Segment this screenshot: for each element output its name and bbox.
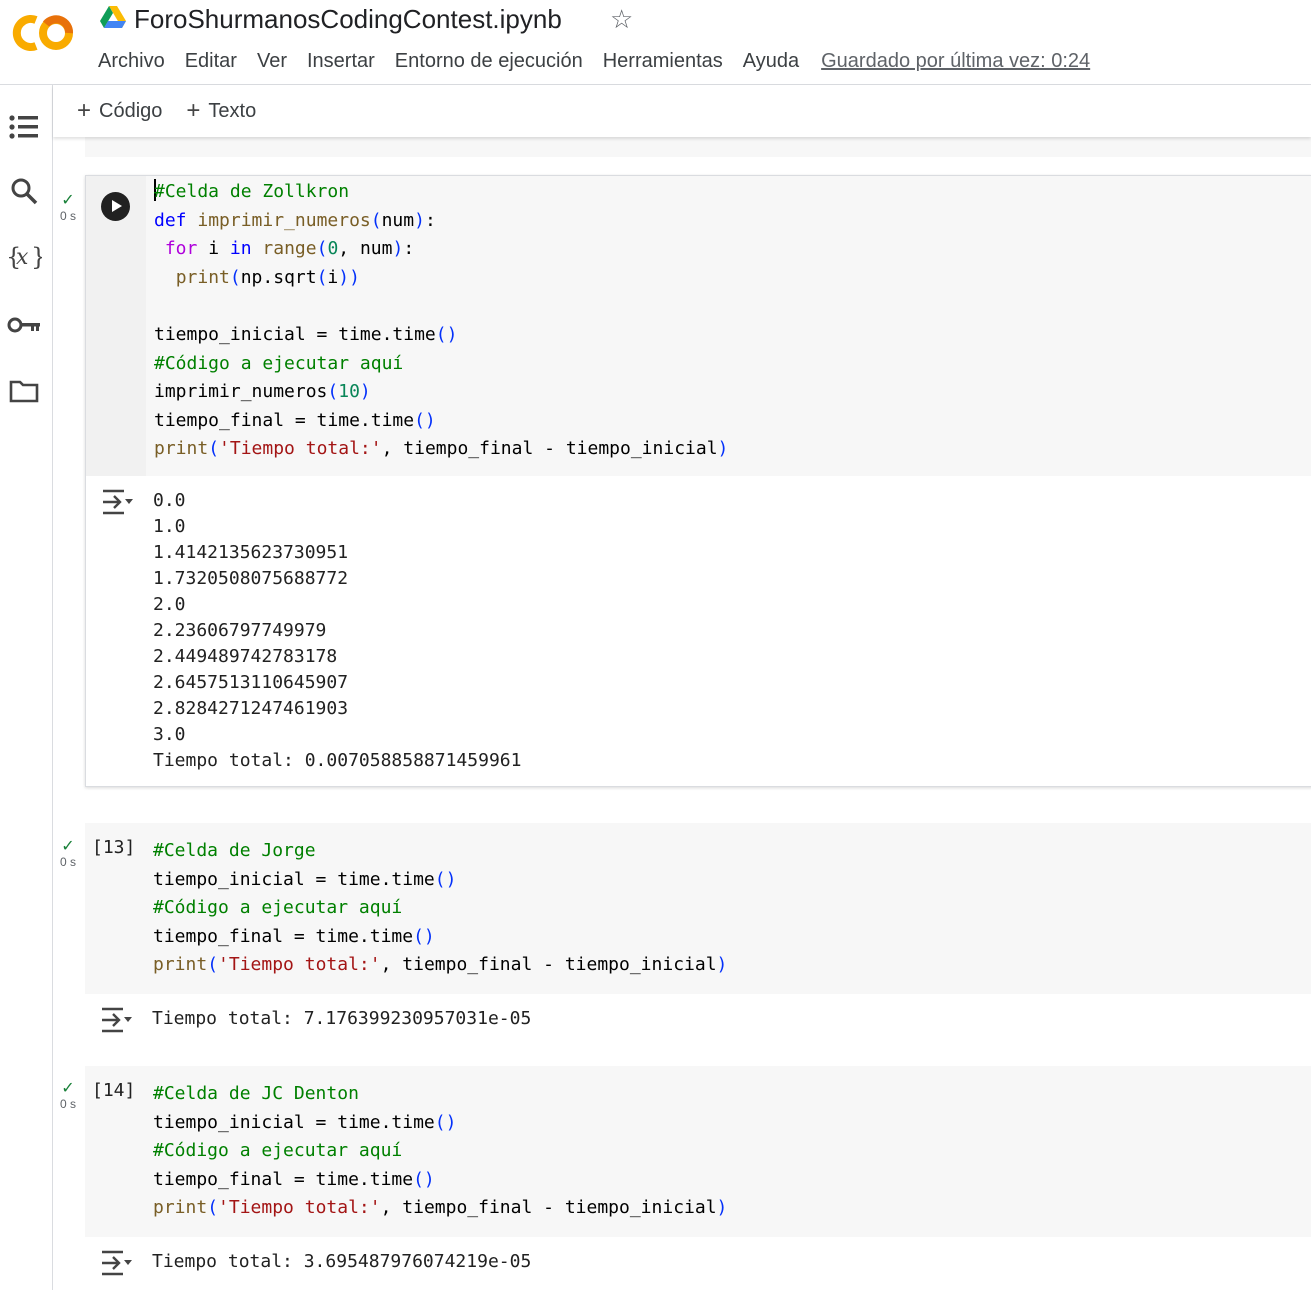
code-line: #Código a ejecutar aquí — [153, 1140, 403, 1162]
colab-logo[interactable] — [12, 10, 78, 56]
output-line: 3.0 — [153, 723, 186, 745]
check-icon: ✓ — [61, 838, 75, 855]
output-line: 1.7320508075688772 — [153, 567, 349, 589]
header-bar: ForoShurmanosCodingContest.ipynb ☆ Archi… — [0, 0, 1311, 85]
cell-output: Tiempo total: 7.176399230957031e-05 — [85, 993, 1311, 1046]
code-line: tiempo_inicial = time.time() — [153, 868, 457, 890]
output-actions-icon[interactable] — [99, 1249, 133, 1277]
output-line: 2.6457513110645907 — [153, 671, 349, 693]
code-cell-zollkron[interactable]: #Celda de Zollkron def imprimir_numeros(n… — [85, 175, 1311, 787]
menu-archivo[interactable]: Archivo — [98, 50, 165, 73]
code-line: tiempo_inicial = time.time() — [154, 323, 458, 345]
code-lines[interactable]: #Celda de Jorge tiempo_inicial = time.tim… — [85, 823, 1311, 994]
previous-cell-partial — [85, 137, 1311, 157]
code-line: #Celda de Jorge — [153, 840, 316, 861]
code-line: def imprimir_numeros(num): — [154, 209, 436, 231]
execution-time: 0 s — [59, 855, 76, 869]
code-line: print(np.sqrt(i)) — [175, 266, 360, 288]
output-line: Tiempo total: 0.007058858871459961 — [153, 749, 522, 771]
code-line: print('Tiempo total:', tiempo_final - ti… — [154, 438, 729, 460]
menu-entorno-de-ejecucion[interactable]: Entorno de ejecución — [395, 50, 583, 73]
code-editor[interactable]: #Celda de Zollkron def imprimir_numeros(n… — [86, 176, 1311, 476]
code-line: tiempo_final = time.time() — [153, 1168, 435, 1190]
svg-text:x: x — [16, 245, 29, 270]
star-icon[interactable]: ☆ — [610, 4, 633, 35]
notebook-body: ✓ 0 s #Celda de Zollkron def imprimir_num… — [53, 137, 1311, 1290]
notebook-title[interactable]: ForoShurmanosCodingContest.ipynb — [134, 4, 562, 35]
output-actions-icon[interactable] — [100, 488, 134, 516]
check-icon: ✓ — [61, 1080, 75, 1097]
output-text: Tiempo total: 3.695487976074219e-05 — [152, 1250, 532, 1272]
variables-icon[interactable]: { x } — [4, 237, 44, 277]
execution-count: [14] — [92, 1080, 136, 1101]
secrets-key-icon[interactable] — [4, 305, 44, 345]
code-line: tiempo_inicial = time.time() — [153, 1111, 457, 1133]
menu-editar[interactable]: Editar — [185, 50, 237, 73]
output-line: 2.23606797749979 — [153, 619, 327, 641]
code-lines[interactable]: #Celda de JC Denton tiempo_inicial = time… — [85, 1066, 1311, 1237]
plus-icon: + — [77, 97, 92, 124]
code-line: tiempo_final = time.time() — [154, 409, 436, 431]
output-actions-icon[interactable] — [99, 1006, 133, 1034]
google-drive-icon[interactable] — [100, 6, 126, 28]
cell-execution-status: ✓ 0 s — [53, 192, 83, 224]
output-line: 1.0 — [153, 515, 186, 537]
code-line: #Código a ejecutar aquí — [154, 352, 404, 374]
plus-icon: + — [186, 97, 201, 124]
last-saved-link[interactable]: Guardado por última vez: 0:24 — [821, 50, 1090, 73]
code-line: print('Tiempo total:', tiempo_final - ti… — [153, 1197, 728, 1219]
output-line: 0.0 — [153, 489, 186, 511]
cell-execution-status: ✓ 0 s — [53, 838, 83, 870]
code-line: #Celda de Zollkron — [154, 179, 350, 202]
output-text: 0.0 1.0 1.4142135623730951 1.73205080756887… — [86, 488, 1311, 774]
output-line: 2.0 — [153, 593, 186, 615]
code-lines[interactable]: #Celda de Zollkron def imprimir_numeros(n… — [146, 176, 1311, 476]
code-line: imprimir_numeros(10) — [154, 381, 371, 403]
cell-output: Tiempo total: 3.695487976074219e-05 — [85, 1236, 1311, 1289]
menu-bar: Archivo Editar Ver Insertar Entorno de e… — [98, 48, 1090, 74]
output-line: 2.449489742783178 — [153, 645, 338, 667]
code-cell-jc-denton[interactable]: [14] #Celda de JC Denton tiempo_inicial =… — [85, 1066, 1311, 1289]
cell-execution-status: ✓ 0 s — [53, 1080, 83, 1112]
execution-time: 0 s — [59, 209, 76, 223]
execution-time: 0 s — [59, 1097, 76, 1111]
code-line: #Celda de JC Denton — [153, 1083, 359, 1104]
menu-ver[interactable]: Ver — [257, 50, 287, 73]
menu-ayuda[interactable]: Ayuda — [743, 50, 799, 73]
left-sidebar: { x } — [0, 85, 53, 1290]
table-of-contents-icon[interactable] — [4, 107, 44, 147]
code-editor[interactable]: [13] #Celda de Jorge tiempo_inicial = tim… — [85, 823, 1311, 994]
code-line: print('Tiempo total:', tiempo_final - ti… — [153, 954, 728, 976]
files-folder-icon[interactable] — [4, 371, 44, 411]
code-line: for i in range(0, num): — [164, 238, 415, 260]
output-line: 1.4142135623730951 — [153, 541, 349, 563]
search-icon[interactable] — [4, 171, 44, 211]
code-line: #Código a ejecutar aquí — [153, 897, 403, 919]
add-text-label: Texto — [208, 99, 257, 122]
output-line: 2.8284271247461903 — [153, 697, 349, 719]
output-text: Tiempo total: 7.176399230957031e-05 — [152, 1007, 532, 1029]
code-editor[interactable]: [14] #Celda de JC Denton tiempo_inicial =… — [85, 1066, 1311, 1237]
menu-insertar[interactable]: Insertar — [307, 50, 375, 73]
check-icon: ✓ — [61, 192, 75, 209]
svg-text:}: } — [31, 243, 42, 271]
add-code-cell-button[interactable]: + Código — [77, 99, 162, 123]
run-cell-button[interactable] — [101, 192, 130, 221]
cell-output: 0.0 1.0 1.4142135623730951 1.73205080756887… — [86, 475, 1311, 786]
add-text-cell-button[interactable]: + Texto — [186, 99, 256, 123]
code-cell-jorge[interactable]: [13] #Celda de Jorge tiempo_inicial = tim… — [85, 823, 1311, 1046]
menu-herramientas[interactable]: Herramientas — [603, 50, 723, 73]
execution-count: [13] — [92, 837, 136, 858]
add-code-label: Código — [99, 99, 163, 122]
code-line: tiempo_final = time.time() — [153, 925, 435, 947]
notebook-toolbar: + Código + Texto — [53, 85, 1311, 137]
